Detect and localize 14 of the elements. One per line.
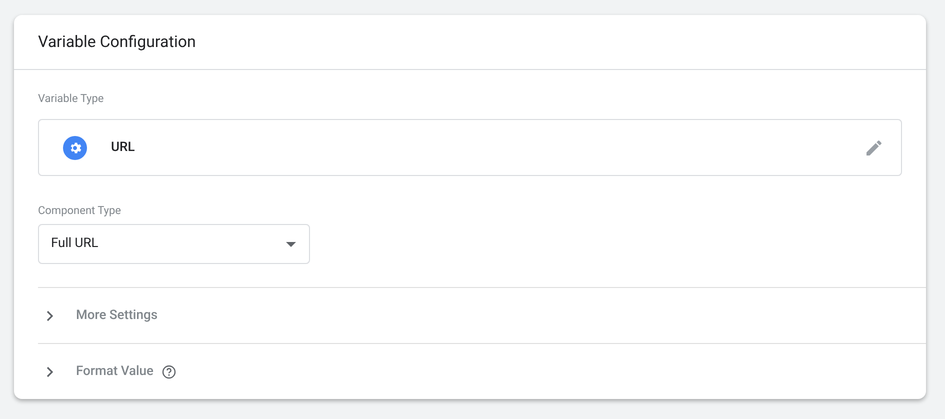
- variable-type-card[interactable]: URL: [38, 119, 902, 176]
- section-toggle[interactable]: Format Value: [38, 343, 926, 399]
- section-title: Format Value: [76, 362, 154, 381]
- help-icon[interactable]: [162, 364, 176, 378]
- gear-icon: [63, 136, 87, 160]
- field-label: Variable Type: [38, 91, 105, 107]
- field-label: Component Type: [38, 203, 122, 219]
- variable-type-name: URL: [111, 138, 135, 157]
- dropdown-arrow-icon: [286, 242, 296, 246]
- section-toggle[interactable]: More Settings: [38, 287, 926, 343]
- component-type-dropdown[interactable]: Full URL: [38, 224, 310, 264]
- pencil-icon[interactable]: [864, 138, 884, 158]
- card-title: Variable Configuration: [38, 31, 196, 53]
- section-title: More Settings: [76, 306, 158, 325]
